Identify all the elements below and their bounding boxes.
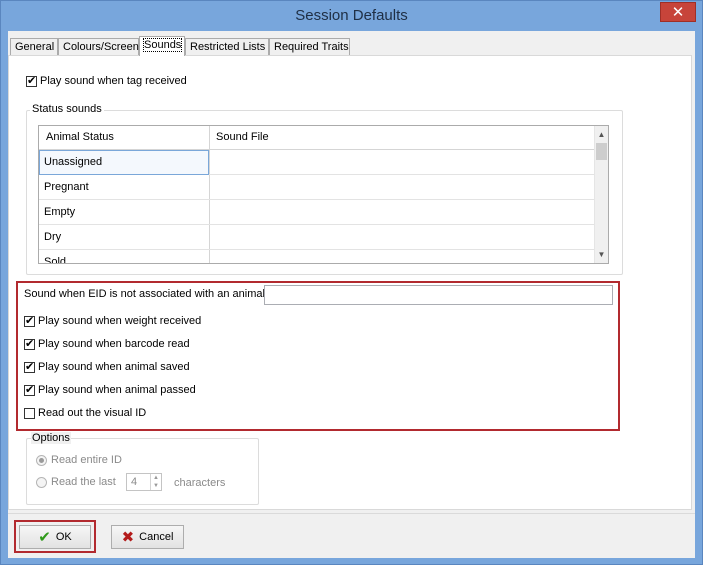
options-legend: Options bbox=[31, 432, 71, 444]
cancel-label: Cancel bbox=[139, 531, 174, 543]
close-icon: ✕ bbox=[671, 4, 685, 21]
tab-colours-screen[interactable]: Colours/Screen bbox=[58, 38, 139, 55]
table-row[interactable]: Pregnant bbox=[39, 175, 596, 200]
tab-label: Colours/Screen bbox=[63, 41, 139, 53]
cancel-button[interactable]: ✖ Cancel bbox=[111, 525, 184, 549]
title-bar[interactable]: Session Defaults ✕ bbox=[1, 1, 702, 31]
status-cell: Sold bbox=[44, 256, 67, 264]
radio-label: Read the last bbox=[51, 476, 116, 488]
animal-passed-checkbox[interactable]: Play sound when animal passed bbox=[24, 382, 196, 398]
read-entire-radio[interactable]: Read entire ID bbox=[36, 454, 122, 466]
status-cell: Unassigned bbox=[44, 156, 103, 168]
stepper-buttons[interactable]: ▲ ▼ bbox=[150, 474, 161, 490]
characters-label: characters bbox=[174, 477, 226, 489]
highlight-box: Sound when EID is not associated with an… bbox=[16, 281, 620, 431]
status-cell: Pregnant bbox=[44, 181, 89, 193]
checkmark-icon: ✔ bbox=[38, 528, 51, 546]
scroll-thumb[interactable] bbox=[596, 143, 607, 160]
barcode-checkbox[interactable]: Play sound when barcode read bbox=[24, 336, 190, 352]
radio-button[interactable] bbox=[36, 454, 47, 466]
checkbox-box[interactable] bbox=[24, 360, 35, 373]
ok-button[interactable]: ✔ OK bbox=[19, 525, 91, 549]
character-count-stepper[interactable]: 4 ▲ ▼ bbox=[126, 473, 162, 491]
dialog-client: General Colours/Screen Sounds Restricted… bbox=[8, 31, 695, 558]
table-row[interactable]: Sold bbox=[39, 250, 596, 264]
column-header-animal-status[interactable]: Animal Status bbox=[46, 131, 114, 143]
visual-id-checkbox[interactable]: Read out the visual ID bbox=[24, 405, 146, 421]
checkbox-box[interactable] bbox=[24, 337, 35, 350]
dialog-window: Session Defaults ✕ General Colours/Scree… bbox=[0, 0, 703, 565]
x-icon: ✖ bbox=[121, 528, 135, 546]
radio-button[interactable] bbox=[36, 476, 47, 488]
tab-general[interactable]: General bbox=[10, 38, 58, 55]
status-sounds-grid[interactable]: Animal Status Sound File Unassigned Preg… bbox=[38, 125, 609, 264]
scroll-up-icon[interactable]: ▲ bbox=[595, 128, 608, 141]
checkbox-label: Play sound when barcode read bbox=[38, 338, 190, 350]
scroll-down-icon[interactable]: ▼ bbox=[595, 248, 608, 261]
table-row[interactable]: Unassigned bbox=[39, 150, 596, 175]
play-on-tag-checkbox[interactable]: Play sound when tag received bbox=[26, 73, 187, 89]
weight-checkbox[interactable]: Play sound when weight received bbox=[24, 313, 201, 329]
ok-label: OK bbox=[55, 531, 72, 543]
animal-saved-checkbox[interactable]: Play sound when animal saved bbox=[24, 359, 190, 375]
character-count-value: 4 bbox=[131, 476, 138, 488]
checkbox-label: Read out the visual ID bbox=[38, 407, 147, 419]
table-row[interactable]: Dry bbox=[39, 225, 596, 250]
window-title: Session Defaults bbox=[295, 7, 408, 24]
checkbox-label: Play sound when animal passed bbox=[38, 384, 196, 396]
tab-label: General bbox=[15, 41, 55, 53]
tab-sounds[interactable]: Sounds bbox=[139, 36, 185, 56]
chevron-up-icon[interactable]: ▲ bbox=[151, 474, 161, 482]
grid-scrollbar[interactable]: ▲ ▼ bbox=[594, 126, 608, 263]
column-header-sound-file[interactable]: Sound File bbox=[216, 131, 269, 143]
checkbox-box[interactable] bbox=[24, 314, 35, 327]
grid-header: Animal Status Sound File bbox=[39, 126, 596, 150]
tab-label: Sounds bbox=[142, 38, 183, 52]
read-last-radio[interactable]: Read the last bbox=[36, 476, 116, 488]
status-cell: Dry bbox=[44, 231, 62, 243]
tab-label: Restricted Lists bbox=[190, 41, 266, 53]
tab-label: Required Traits bbox=[274, 41, 349, 53]
close-button[interactable]: ✕ bbox=[660, 2, 696, 22]
checkbox-box[interactable] bbox=[24, 407, 35, 419]
radio-label: Read entire ID bbox=[51, 454, 122, 466]
table-row[interactable]: Empty bbox=[39, 200, 596, 225]
tab-required-traits[interactable]: Required Traits bbox=[269, 38, 350, 55]
status-sounds-legend: Status sounds bbox=[30, 103, 104, 115]
chevron-down-icon[interactable]: ▼ bbox=[151, 482, 161, 490]
options-group: Options Read entire ID Read the last 4 ▲… bbox=[26, 432, 259, 505]
eid-sound-field[interactable] bbox=[264, 285, 613, 305]
status-cell: Empty bbox=[44, 206, 76, 218]
checkbox-label: Play sound when weight received bbox=[38, 315, 202, 327]
checkbox-box[interactable] bbox=[26, 74, 37, 87]
tab-restricted-lists[interactable]: Restricted Lists bbox=[185, 38, 269, 55]
divider bbox=[8, 513, 695, 514]
checkbox-label: Play sound when animal saved bbox=[38, 361, 190, 373]
eid-sound-label: Sound when EID is not associated with an… bbox=[24, 288, 265, 300]
checkbox-label: Play sound when tag received bbox=[40, 75, 187, 87]
checkbox-box[interactable] bbox=[24, 383, 35, 396]
